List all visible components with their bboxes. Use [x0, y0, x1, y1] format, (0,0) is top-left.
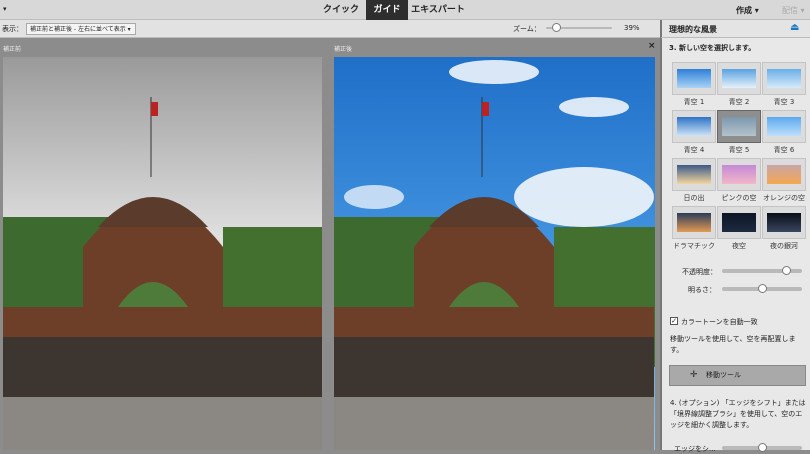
sky-label: ドラマチック — [673, 242, 715, 250]
sky-preview-image — [677, 117, 711, 136]
opacity-slider[interactable] — [722, 266, 802, 275]
opacity-label: 不透明度： — [682, 268, 717, 276]
tab-guide[interactable]: ガイド — [366, 0, 408, 20]
sky-label: 夜の銀河 — [770, 242, 798, 250]
menu-arrow-icon[interactable]: ▾ — [3, 5, 7, 13]
sky-label: オレンジの空 — [763, 194, 805, 202]
step3-text: 3. 新しい空を選択します。 — [669, 44, 756, 52]
sky-thumbnail[interactable] — [672, 110, 716, 143]
sky-label: ピンクの空 — [721, 194, 757, 202]
close-icon[interactable]: × — [648, 41, 656, 51]
move-tool-label: 移動ツール — [706, 371, 741, 379]
view-select[interactable]: 補正前と補正後 - 左右に並べて表示 ▾ — [26, 23, 136, 35]
sky-thumbnail[interactable] — [717, 206, 761, 239]
tab-quick[interactable]: クイック — [316, 0, 366, 20]
zoom-value: 39% — [624, 24, 640, 32]
after-label: 補正後 — [334, 46, 353, 53]
sky-label: 日の出 — [683, 194, 705, 202]
sky-preview-image — [677, 165, 711, 184]
zoom-slider[interactable] — [546, 23, 612, 32]
sky-label: 夜空 — [732, 242, 746, 250]
zoom-label: ズーム： — [513, 25, 541, 33]
panel-title: 理想的な風景 — [669, 25, 717, 34]
step4-text: 4. (オプション) 「エッジをシフト」または「境界線調整ブラシ」を使用して、空… — [670, 399, 806, 429]
sky-label: 青空 4 — [683, 146, 705, 154]
create-menu[interactable]: 作成 ▾ — [736, 5, 759, 16]
sky-thumbnail[interactable] — [762, 206, 806, 239]
sky-preview-image — [722, 117, 756, 136]
panel-header: 理想的な風景 ⏏ — [660, 20, 810, 38]
auto-color-checkbox[interactable]: ✓ — [670, 317, 678, 325]
guide-panel: 3. 新しい空を選択します。 青空 1 青空 2 青空 3 青空 4 青空 5 青空 6 日… — [660, 38, 810, 453]
edge-shift-label: エッジをシ... — [674, 445, 716, 453]
sky-thumbnail[interactable] — [762, 158, 806, 191]
sky-preview-image — [722, 213, 756, 232]
after-photo[interactable] — [334, 57, 655, 450]
sky-label: 青空 5 — [728, 146, 750, 154]
view-label: 表示： — [2, 25, 23, 33]
sky-label: 青空 2 — [728, 98, 750, 106]
sky-label: 青空 3 — [773, 98, 795, 106]
reset-icon[interactable]: ⏏ — [790, 22, 799, 33]
sky-thumbnail[interactable] — [717, 62, 761, 95]
sky-thumbnail[interactable] — [762, 110, 806, 143]
brightness-label: 明るさ： — [688, 286, 716, 294]
sky-preview-image — [722, 69, 756, 88]
edge-shift-slider[interactable] — [722, 443, 802, 452]
sky-preview-image — [767, 117, 801, 136]
sky-preview-image — [767, 69, 801, 88]
before-photo — [3, 57, 322, 450]
sky-label: 青空 1 — [683, 98, 705, 106]
share-menu[interactable]: 配信 ▾ — [782, 5, 805, 16]
sky-thumbnail[interactable] — [672, 158, 716, 191]
sky-preview-image — [767, 213, 801, 232]
top-bar: ▾ クイック ガイド エキスパート 作成 ▾ 配信 ▾ — [0, 0, 810, 20]
tab-expert[interactable]: エキスパート — [408, 0, 468, 20]
view-toolbar: 表示： 補正前と補正後 - 左右に並べて表示 ▾ ズーム： 39% — [0, 20, 660, 38]
sky-preview-image — [767, 165, 801, 184]
sky-thumbnail[interactable] — [717, 158, 761, 191]
sky-preview-image — [677, 213, 711, 232]
sky-thumbnail[interactable] — [672, 62, 716, 95]
move-instructions: 移動ツールを使用して、空を再配置します。 — [670, 335, 796, 354]
move-tool-button[interactable]: ✛ 移動ツール — [669, 365, 806, 386]
view-select-value: 補正前と補正後 - 左右に並べて表示 — [30, 26, 126, 33]
sky-preview-image — [722, 165, 756, 184]
sky-preview-image — [677, 69, 711, 88]
auto-color-label: カラートーンを自動一致 — [681, 318, 758, 326]
brightness-slider[interactable] — [722, 284, 802, 293]
sky-thumbnail[interactable] — [672, 206, 716, 239]
sky-thumbnail[interactable] — [717, 110, 761, 143]
before-label: 補正前 — [3, 46, 22, 53]
move-icon: ✛ — [690, 370, 698, 380]
sky-thumbnail[interactable] — [762, 62, 806, 95]
sky-label: 青空 6 — [773, 146, 795, 154]
